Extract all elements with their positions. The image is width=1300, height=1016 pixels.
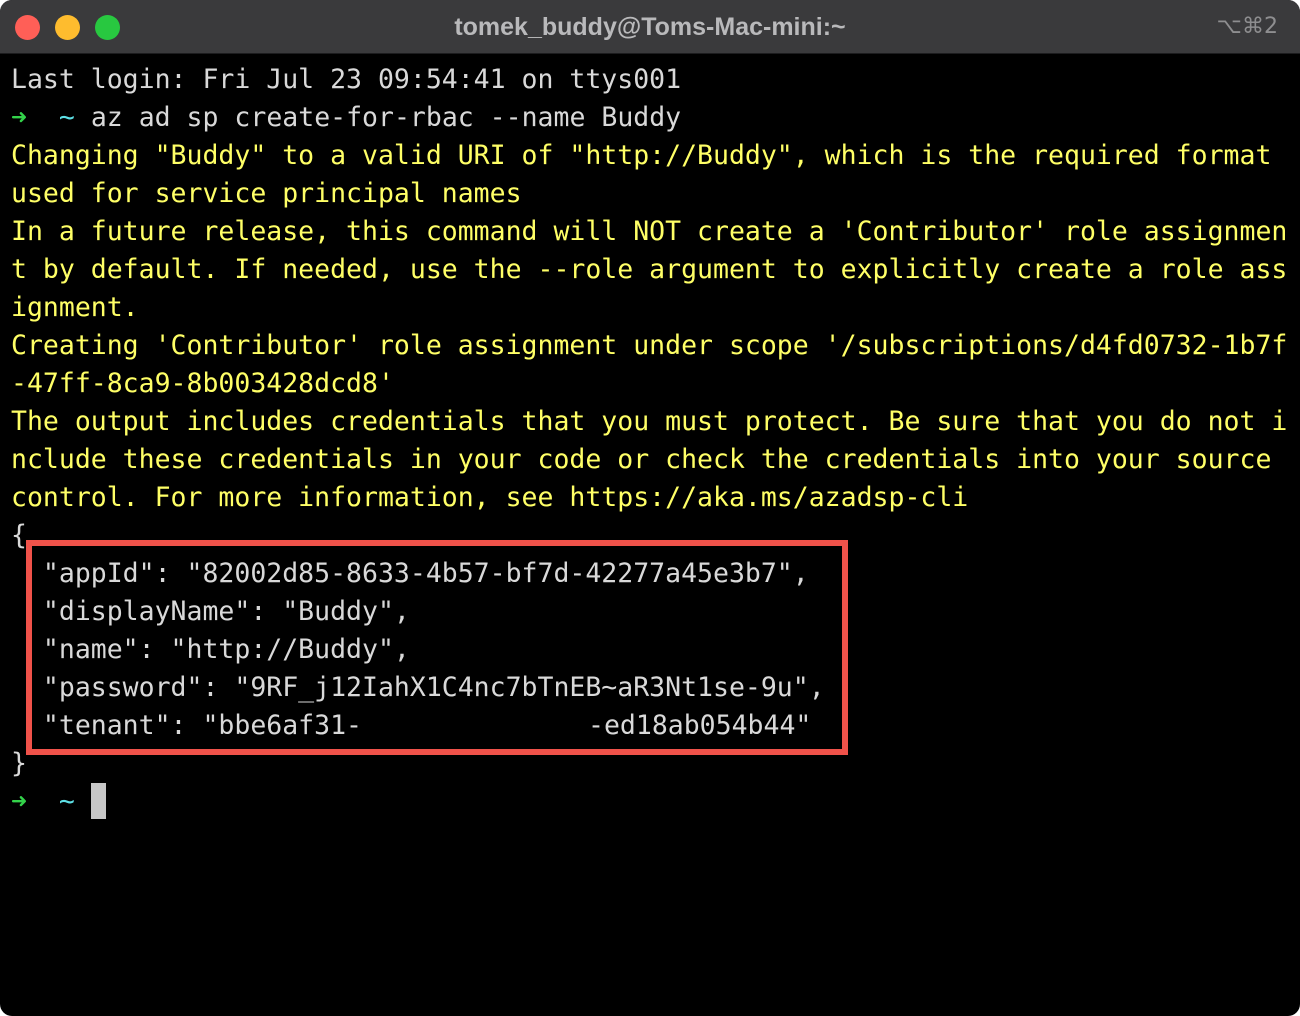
- command-text: az ad sp create-for-rbac --name Buddy: [90, 102, 682, 133]
- warning-line: Creating 'Contributor' role assignment u…: [11, 330, 1288, 361]
- warning-line: used for service principal names: [11, 178, 522, 209]
- warning-line: -47ff-8ca9-8b003428dcd8': [11, 368, 394, 399]
- warning-line: ignment.: [11, 292, 139, 323]
- credentials-highlight-box: [26, 540, 848, 755]
- terminal-window: tomek_buddy@Toms-Mac-mini:~ ⌥⌘2 Last log…: [0, 0, 1300, 1016]
- title-bar[interactable]: tomek_buddy@Toms-Mac-mini:~ ⌥⌘2: [0, 0, 1300, 54]
- warning-line: The output includes credentials that you…: [11, 406, 1288, 437]
- warning-line: In a future release, this command will N…: [11, 216, 1288, 247]
- window-title: tomek_buddy@Toms-Mac-mini:~: [454, 13, 846, 41]
- warning-line: control. For more information, see https…: [11, 482, 969, 513]
- prompt-directory: ~: [58, 786, 75, 817]
- text-cursor: [90, 783, 106, 819]
- last-login-line: Last login: Fri Jul 23 09:54:41 on ttys0…: [11, 64, 682, 95]
- warning-line: Changing "Buddy" to a valid URI of "http…: [11, 140, 1272, 171]
- warning-line: t by default. If needed, use the --role …: [11, 254, 1288, 285]
- active-prompt-line[interactable]: ➜ ~: [11, 783, 1296, 821]
- command-line: ➜ ~ az ad sp create-for-rbac --name Budd…: [11, 99, 1296, 137]
- warning-line: nclude these credentials in your code or…: [11, 444, 1272, 475]
- prompt-arrow-icon: ➜: [11, 102, 27, 133]
- prompt-directory: ~: [58, 102, 75, 133]
- prompt-arrow-icon: ➜: [11, 786, 27, 817]
- window-shortcut-label: ⌥⌘2: [1216, 14, 1278, 39]
